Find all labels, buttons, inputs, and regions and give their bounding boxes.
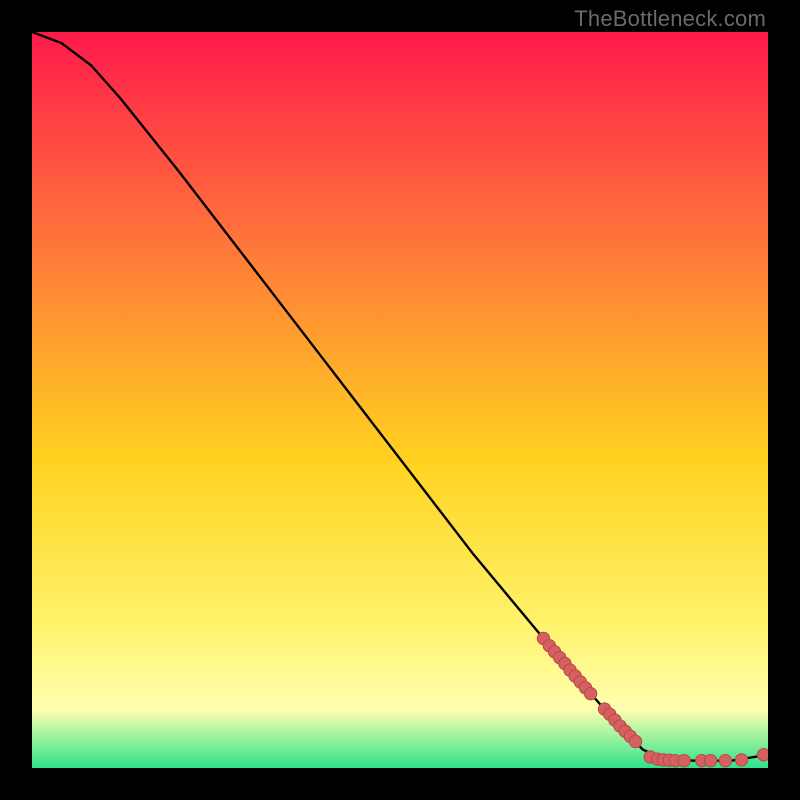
data-marker (629, 735, 641, 747)
chart-frame (32, 32, 768, 768)
data-marker (584, 687, 596, 699)
data-marker (678, 754, 690, 766)
gradient-background (32, 32, 768, 768)
data-marker (757, 749, 768, 761)
data-marker (704, 754, 716, 766)
bottleneck-chart (32, 32, 768, 768)
data-marker (719, 754, 731, 766)
watermark-text: TheBottleneck.com (574, 6, 766, 32)
data-marker (735, 754, 747, 766)
